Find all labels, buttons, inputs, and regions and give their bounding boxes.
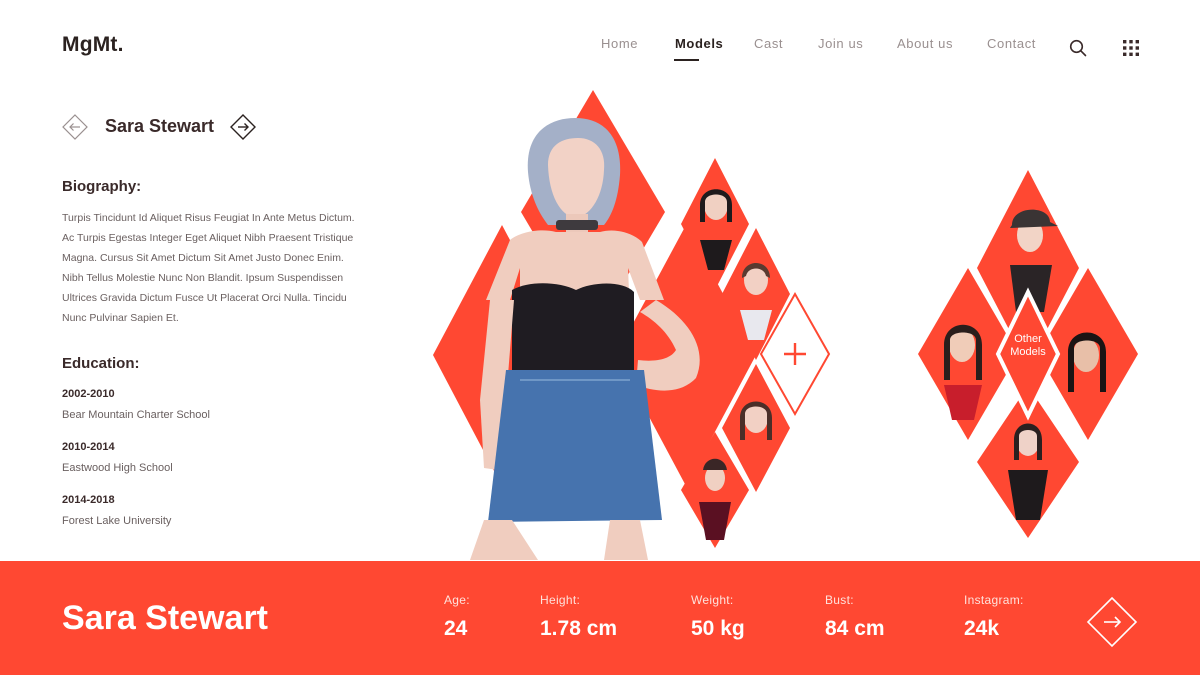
stats-next-button[interactable] xyxy=(1086,596,1138,648)
stat-bust-label: Bust: xyxy=(825,593,854,607)
stat-instagram-value: 24k xyxy=(964,617,1000,640)
stat-instagram-label: Instagram: xyxy=(964,593,1024,607)
stat-age-label: Age: xyxy=(444,593,470,607)
other-models-label-2: Models xyxy=(1010,346,1046,358)
stat-age-value: 24 xyxy=(444,617,468,640)
stat-weight-value: 50 kg xyxy=(691,617,745,640)
model-stats-bar: Sara Stewart Age: 24 Height: 1.78 cm Wei… xyxy=(0,561,1200,675)
other-models-label-1: Other xyxy=(1014,333,1042,345)
stat-height-label: Height: xyxy=(540,593,581,607)
stat-weight-label: Weight: xyxy=(691,593,734,607)
arrow-right-icon xyxy=(1104,616,1122,628)
stat-height-value: 1.78 cm xyxy=(540,617,618,640)
stats-model-name: Sara Stewart xyxy=(62,599,268,637)
stat-bust-value: 84 cm xyxy=(825,617,885,640)
